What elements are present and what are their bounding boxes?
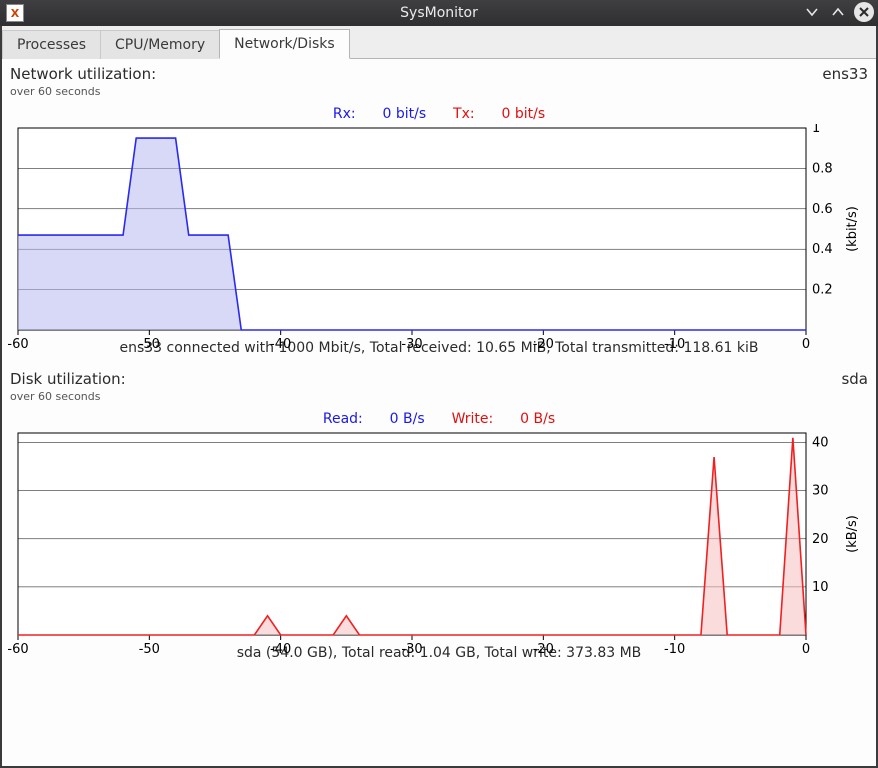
svg-text:-30: -30 — [401, 337, 422, 352]
svg-text:-10: -10 — [664, 337, 685, 352]
svg-text:1: 1 — [812, 124, 820, 136]
read-label: Read: — [323, 411, 363, 427]
network-subtitle: over 60 seconds — [8, 85, 870, 106]
svg-text:0: 0 — [802, 642, 810, 657]
svg-text:20: 20 — [812, 532, 829, 547]
titlebar[interactable]: X SysMonitor — [0, 0, 878, 26]
app-window: X SysMonitor Processes CPU/Memory Networ… — [0, 0, 878, 768]
tx-value: 0 bit/s — [502, 106, 546, 122]
rx-value: 0 bit/s — [382, 106, 426, 122]
chevron-down-icon — [805, 5, 819, 19]
disk-chart: 10203040-60-50-40-30-20-100(kB/s) — [8, 429, 870, 639]
disk-title: Disk utilization: — [10, 370, 126, 388]
svg-text:0.6: 0.6 — [812, 202, 833, 217]
network-device: ens33 — [822, 65, 868, 83]
svg-text:-40: -40 — [270, 337, 291, 352]
tab-cpu-memory[interactable]: CPU/Memory — [100, 30, 220, 59]
svg-text:(kbit/s): (kbit/s) — [845, 206, 860, 252]
maximize-button[interactable] — [828, 2, 848, 22]
svg-text:(kB/s): (kB/s) — [845, 515, 860, 553]
tab-network-disks[interactable]: Network/Disks — [219, 29, 350, 59]
svg-text:-60: -60 — [8, 642, 29, 657]
minimize-button[interactable] — [802, 2, 822, 22]
disk-legend: Read: 0 B/s Write: 0 B/s — [8, 411, 870, 429]
close-icon — [858, 6, 870, 18]
disk-chart-svg: 10 20 30 40 -60 -50 -40 -30 -20 -10 0 (kB/s) — [8, 429, 860, 661]
svg-text:-20: -20 — [533, 337, 554, 352]
app-icon: X — [6, 4, 24, 22]
svg-text:40: 40 — [812, 436, 829, 451]
close-button[interactable] — [854, 2, 874, 22]
tx-label: Tx: — [453, 106, 475, 122]
network-title: Network utilization: — [10, 65, 156, 83]
tab-processes[interactable]: Processes — [2, 30, 101, 59]
svg-text:0.2: 0.2 — [812, 283, 833, 298]
tab-bar: Processes CPU/Memory Network/Disks — [2, 26, 876, 59]
write-label: Write: — [452, 411, 494, 427]
rx-label: Rx: — [333, 106, 356, 122]
client-area: Processes CPU/Memory Network/Disks Netwo… — [2, 26, 876, 766]
svg-text:-40: -40 — [270, 642, 291, 657]
network-pane: Network utilization: ens33 over 60 secon… — [8, 65, 870, 356]
chevron-up-icon — [831, 5, 845, 19]
network-chart-svg: 0.2 0.4 0.6 0.8 1 -60 -50 -40 -30 -20 -10 0 (kbit/s) — [8, 124, 860, 356]
disk-subtitle: over 60 seconds — [8, 390, 870, 411]
disk-device: sda — [841, 370, 868, 388]
svg-text:10: 10 — [812, 580, 829, 595]
svg-text:0: 0 — [802, 337, 810, 352]
write-value: 0 B/s — [520, 411, 555, 427]
disk-pane: Disk utilization: sda over 60 seconds Re… — [8, 370, 870, 661]
svg-text:30: 30 — [812, 484, 829, 499]
svg-text:-60: -60 — [8, 337, 29, 352]
window-title: SysMonitor — [0, 5, 878, 21]
svg-text:-50: -50 — [139, 337, 160, 352]
svg-text:-20: -20 — [533, 642, 554, 657]
network-chart: 0.20.40.60.81-60-50-40-30-20-100(kbit/s) — [8, 124, 870, 334]
svg-text:-10: -10 — [664, 642, 685, 657]
svg-text:-50: -50 — [139, 642, 160, 657]
svg-text:0.4: 0.4 — [812, 242, 833, 257]
svg-text:0.8: 0.8 — [812, 161, 833, 176]
svg-text:-30: -30 — [401, 642, 422, 657]
network-legend: Rx: 0 bit/s Tx: 0 bit/s — [8, 106, 870, 124]
read-value: 0 B/s — [390, 411, 425, 427]
panes: Network utilization: ens33 over 60 secon… — [2, 59, 876, 766]
